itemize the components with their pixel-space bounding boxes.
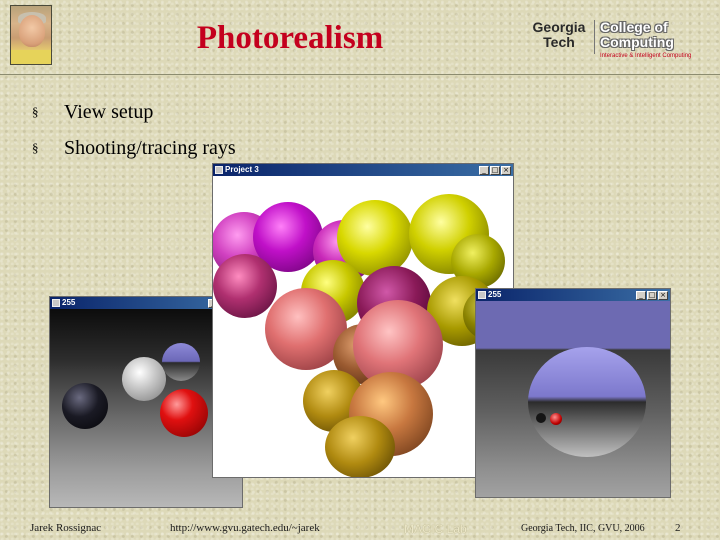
logo-line-tech: Tech [543,34,575,50]
mirror-sphere [528,347,646,457]
maximize-button[interactable]: □ [490,165,500,175]
georgia-tech-logo: Georgia Tech College of Computing Intera… [528,19,692,62]
app-icon [478,291,486,299]
window-titlebar[interactable]: 255 _ □ × [476,289,670,301]
logo-subline: Interactive & Intelligent Computing [600,53,692,59]
app-icon [52,299,60,307]
page-number: 2 [675,522,681,534]
close-button[interactable]: × [501,165,511,175]
render-canvas [476,301,670,497]
app-icon [215,166,223,174]
render-window-center[interactable]: Project 3 _ □ × [212,163,514,478]
reflection-red-sphere [550,413,562,425]
close-button[interactable]: × [658,290,668,300]
window-title: 255 [62,298,76,307]
window-title: Project 3 [225,165,259,174]
black-sphere [62,383,108,429]
render-canvas [213,176,513,477]
footer-org: Georgia Tech, IIC, GVU, 2006 [521,523,645,534]
bullet-text: View setup [64,100,154,123]
minimize-button[interactable]: _ [479,165,489,175]
header-divider [0,74,720,75]
window-title: 255 [488,290,502,299]
gold-sphere [325,416,395,477]
bullet-item: § View setup [32,94,432,130]
window-titlebar[interactable]: Project 3 _ □ × [213,164,513,176]
bullet-list: § View setup § Shooting/tracing rays [32,94,432,166]
red-sphere [160,389,208,437]
bullet-marker-icon: § [32,140,39,155]
footer-lab: MAGIC Lab [404,522,467,536]
logo-line-georgia: Georgia [532,19,586,35]
logo-line-computing: Computing [600,34,674,50]
logo-line-college: College of [600,19,668,35]
footer-url[interactable]: http://www.gvu.gatech.edu/~jarek [170,522,320,534]
purple-sphere [213,254,277,318]
bullet-text: Shooting/tracing rays [64,136,236,159]
minimize-button[interactable]: _ [636,290,646,300]
reflection-black-sphere [536,413,546,423]
white-sphere [122,357,166,401]
bullet-marker-icon: § [32,104,39,119]
slide-title: Photorealism [196,20,384,56]
render-window-right[interactable]: 255 _ □ × [475,288,671,498]
bullet-item: § Shooting/tracing rays [32,130,432,166]
maximize-button[interactable]: □ [647,290,657,300]
presenter-photo [10,5,52,65]
mirror-sphere [162,343,200,381]
footer-author: Jarek Rossignac [30,522,102,534]
